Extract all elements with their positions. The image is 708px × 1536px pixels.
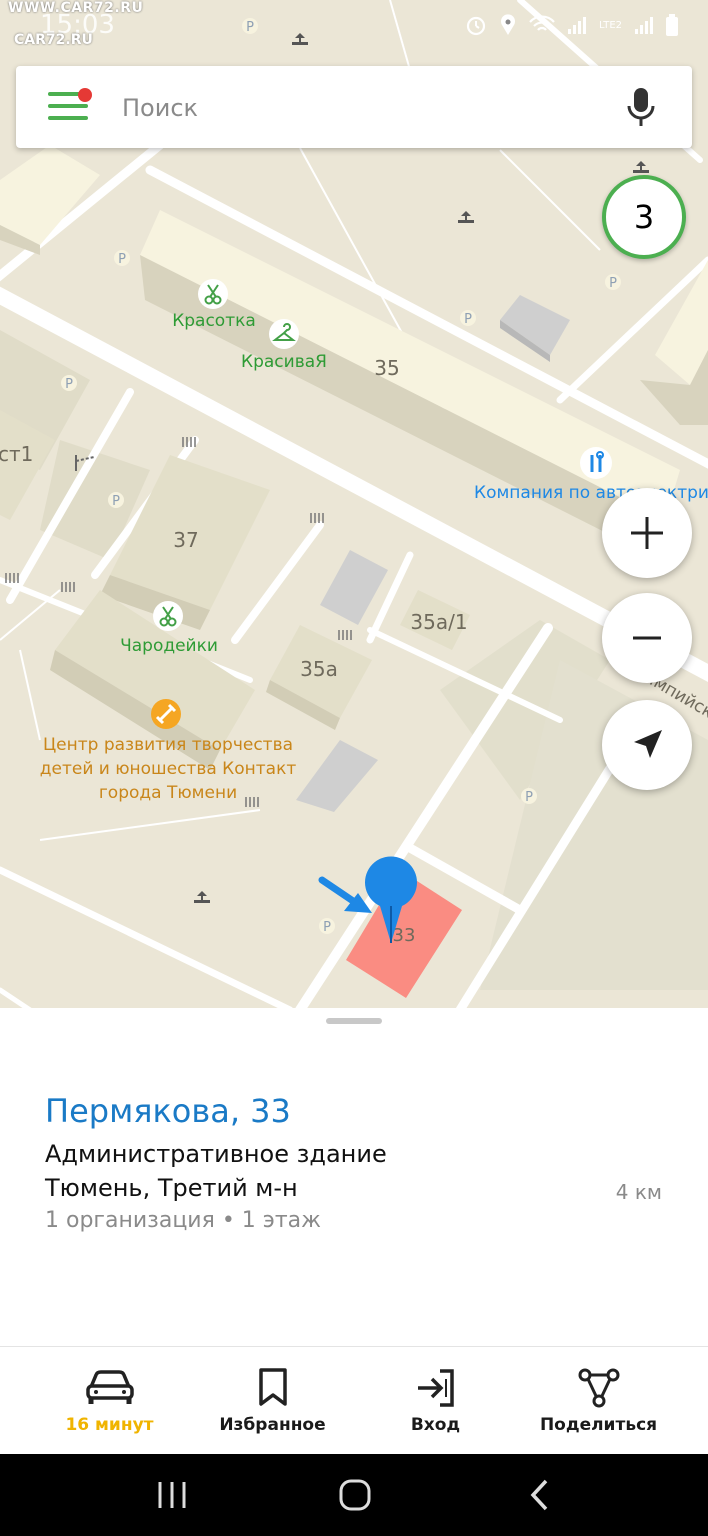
share-button[interactable]: Поделиться <box>510 1347 687 1455</box>
svg-text:P: P <box>118 252 126 267</box>
my-location-button[interactable] <box>602 700 692 790</box>
poi-label-charodeyki: Чародейки <box>120 636 218 656</box>
scissors-icon-krasotka[interactable] <box>198 279 228 309</box>
svg-text:P: P <box>525 790 533 805</box>
share-icon <box>578 1368 619 1408</box>
login-icon <box>417 1369 454 1407</box>
network-label: LTE2 <box>599 19 622 31</box>
building-number-35: 35 <box>374 356 399 380</box>
signal-icon-2 <box>635 17 653 34</box>
share-label: Поделиться <box>539 1415 658 1435</box>
place-address: Тюмень, Третий м-н <box>45 1174 298 1202</box>
map-view[interactable]: P P P P P P P P Красотка КрасиваЯ 35 Ком… <box>0 0 708 1010</box>
place-distance: 4 км <box>615 1180 662 1204</box>
navigation-arrow-icon <box>634 730 662 758</box>
zoom-in-button[interactable] <box>602 488 692 578</box>
svg-text:P: P <box>609 276 617 291</box>
poi-label-krasotka: Красотка <box>172 311 256 331</box>
login-button[interactable]: Вход <box>347 1347 524 1455</box>
alarm-icon <box>466 16 486 36</box>
search-bar <box>16 66 692 148</box>
car-icon <box>85 1370 134 1404</box>
place-title[interactable]: Пермякова, 33 <box>45 1092 291 1130</box>
place-meta: 1 организация • 1 этаж <box>45 1208 321 1233</box>
status-bar: 15:03 WWW.CAR72.RU CAR72.RU LTE2 <box>0 0 708 56</box>
recent-apps-icon[interactable] <box>156 1478 188 1512</box>
drag-handle[interactable] <box>326 1018 382 1024</box>
poi-label-center-2: детей и юношества Контакт <box>40 759 297 779</box>
wifi-icon <box>529 15 555 31</box>
route-button[interactable]: 16 минут <box>21 1347 198 1455</box>
cluster-badge[interactable]: 3 <box>602 175 686 259</box>
building-number-33: 33 <box>393 925 416 946</box>
microphone-icon[interactable] <box>626 86 656 128</box>
svg-text:P: P <box>323 920 331 935</box>
signal-icon <box>568 17 587 34</box>
bookmark-icon <box>258 1368 287 1406</box>
plus-icon <box>631 517 663 549</box>
building-number-st1: ст1 <box>0 442 33 466</box>
place-card[interactable]: Пермякова, 33 Административное здание Тю… <box>0 1008 708 1346</box>
poi-label-center-3: города Тюмени <box>99 783 237 803</box>
hanger-icon-krasivaya[interactable] <box>269 319 299 349</box>
poi-label-center-1: Центр развития творчества <box>43 735 293 755</box>
back-icon[interactable] <box>528 1478 552 1512</box>
place-type: Административное здание <box>45 1140 387 1168</box>
watermark-bottom: CAR72.RU <box>14 32 93 48</box>
notification-dot <box>78 88 92 102</box>
scissors-icon-charodeyki[interactable] <box>153 601 183 631</box>
favorites-button[interactable]: Избранное <box>184 1347 361 1455</box>
poi-label-krasivaya: КрасиваЯ <box>241 352 327 372</box>
favorites-label: Избранное <box>219 1415 326 1435</box>
building-number-35a: 35а <box>300 657 338 681</box>
search-input[interactable] <box>120 88 604 128</box>
battery-icon <box>666 14 678 36</box>
minus-icon <box>633 636 661 640</box>
dumbbell-icon-center[interactable] <box>151 699 181 729</box>
route-label: 16 минут <box>65 1415 154 1435</box>
svg-text:P: P <box>65 377 73 392</box>
building-number-35a1: 35а/1 <box>410 610 467 634</box>
svg-text:P: P <box>112 494 120 509</box>
watermark-top: WWW.CAR72.RU <box>8 0 144 16</box>
system-navigation-bar <box>0 1454 708 1536</box>
building-number-37: 37 <box>173 528 198 552</box>
home-icon[interactable] <box>338 1478 372 1512</box>
wrench-icon-company[interactable] <box>580 447 612 479</box>
location-icon <box>501 14 516 35</box>
svg-text:P: P <box>464 312 472 327</box>
bottom-nav: 16 минут Избранное Вход Поделиться <box>0 1346 708 1455</box>
status-icons: LTE2 <box>465 14 678 36</box>
login-label: Вход <box>410 1415 461 1435</box>
zoom-out-button[interactable] <box>602 593 692 683</box>
